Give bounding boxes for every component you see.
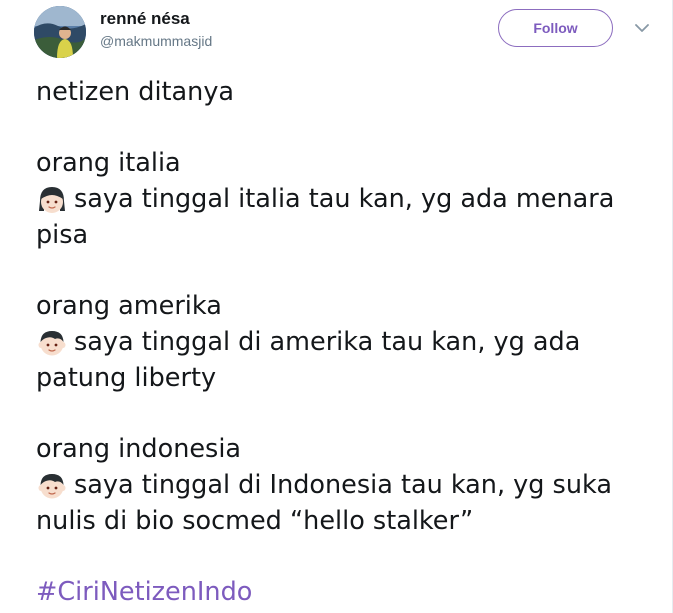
follow-button[interactable]: Follow bbox=[498, 9, 613, 47]
avatar[interactable] bbox=[34, 6, 86, 58]
italia-line-1: saya tinggal italia tau kan, yg ada mena… bbox=[36, 181, 646, 217]
display-name[interactable]: renné nésa bbox=[100, 9, 212, 29]
chevron-down-icon[interactable] bbox=[634, 20, 650, 36]
amerika-line-1-text: saya tinggal di amerika tau kan, yg ada bbox=[74, 327, 581, 357]
girl-face-emoji-icon bbox=[36, 181, 72, 217]
hashtag-line: #CiriNetizenIndo bbox=[36, 574, 646, 610]
heading-amerika: orang amerika bbox=[36, 291, 222, 321]
indonesia-line-1-text: saya tinggal di Indonesia tau kan, yg su… bbox=[74, 470, 612, 500]
indonesia-line-2: nulis di bio socmed “hello stalker” bbox=[36, 506, 474, 536]
heading-indonesia: orang indonesia bbox=[36, 434, 242, 464]
tweet-header: renné nésa @makmummasjid Follow bbox=[34, 6, 672, 62]
tweet-text: netizen ditanya orang italia saya tingga… bbox=[36, 74, 646, 610]
italia-line-1-text: saya tinggal italia tau kan, yg ada mena… bbox=[74, 184, 615, 214]
tweet-line: netizen ditanya bbox=[36, 77, 235, 107]
amerika-line-2: patung liberty bbox=[36, 363, 217, 393]
indonesia-line-1: saya tinggal di Indonesia tau kan, yg su… bbox=[36, 467, 646, 503]
italia-line-2: pisa bbox=[36, 220, 89, 250]
hashtag-link[interactable]: #CiriNetizenIndo bbox=[36, 577, 252, 607]
heading-italia: orang italia bbox=[36, 148, 181, 178]
boy-face-emoji-icon bbox=[36, 324, 72, 360]
boy-face-emoji-icon bbox=[36, 467, 72, 503]
tweet-card: renné nésa @makmummasjid Follow netizen … bbox=[0, 0, 673, 613]
user-handle[interactable]: @makmummasjid bbox=[100, 32, 212, 50]
user-names: renné nésa @makmummasjid bbox=[100, 9, 212, 50]
amerika-line-1: saya tinggal di amerika tau kan, yg ada bbox=[36, 324, 646, 360]
